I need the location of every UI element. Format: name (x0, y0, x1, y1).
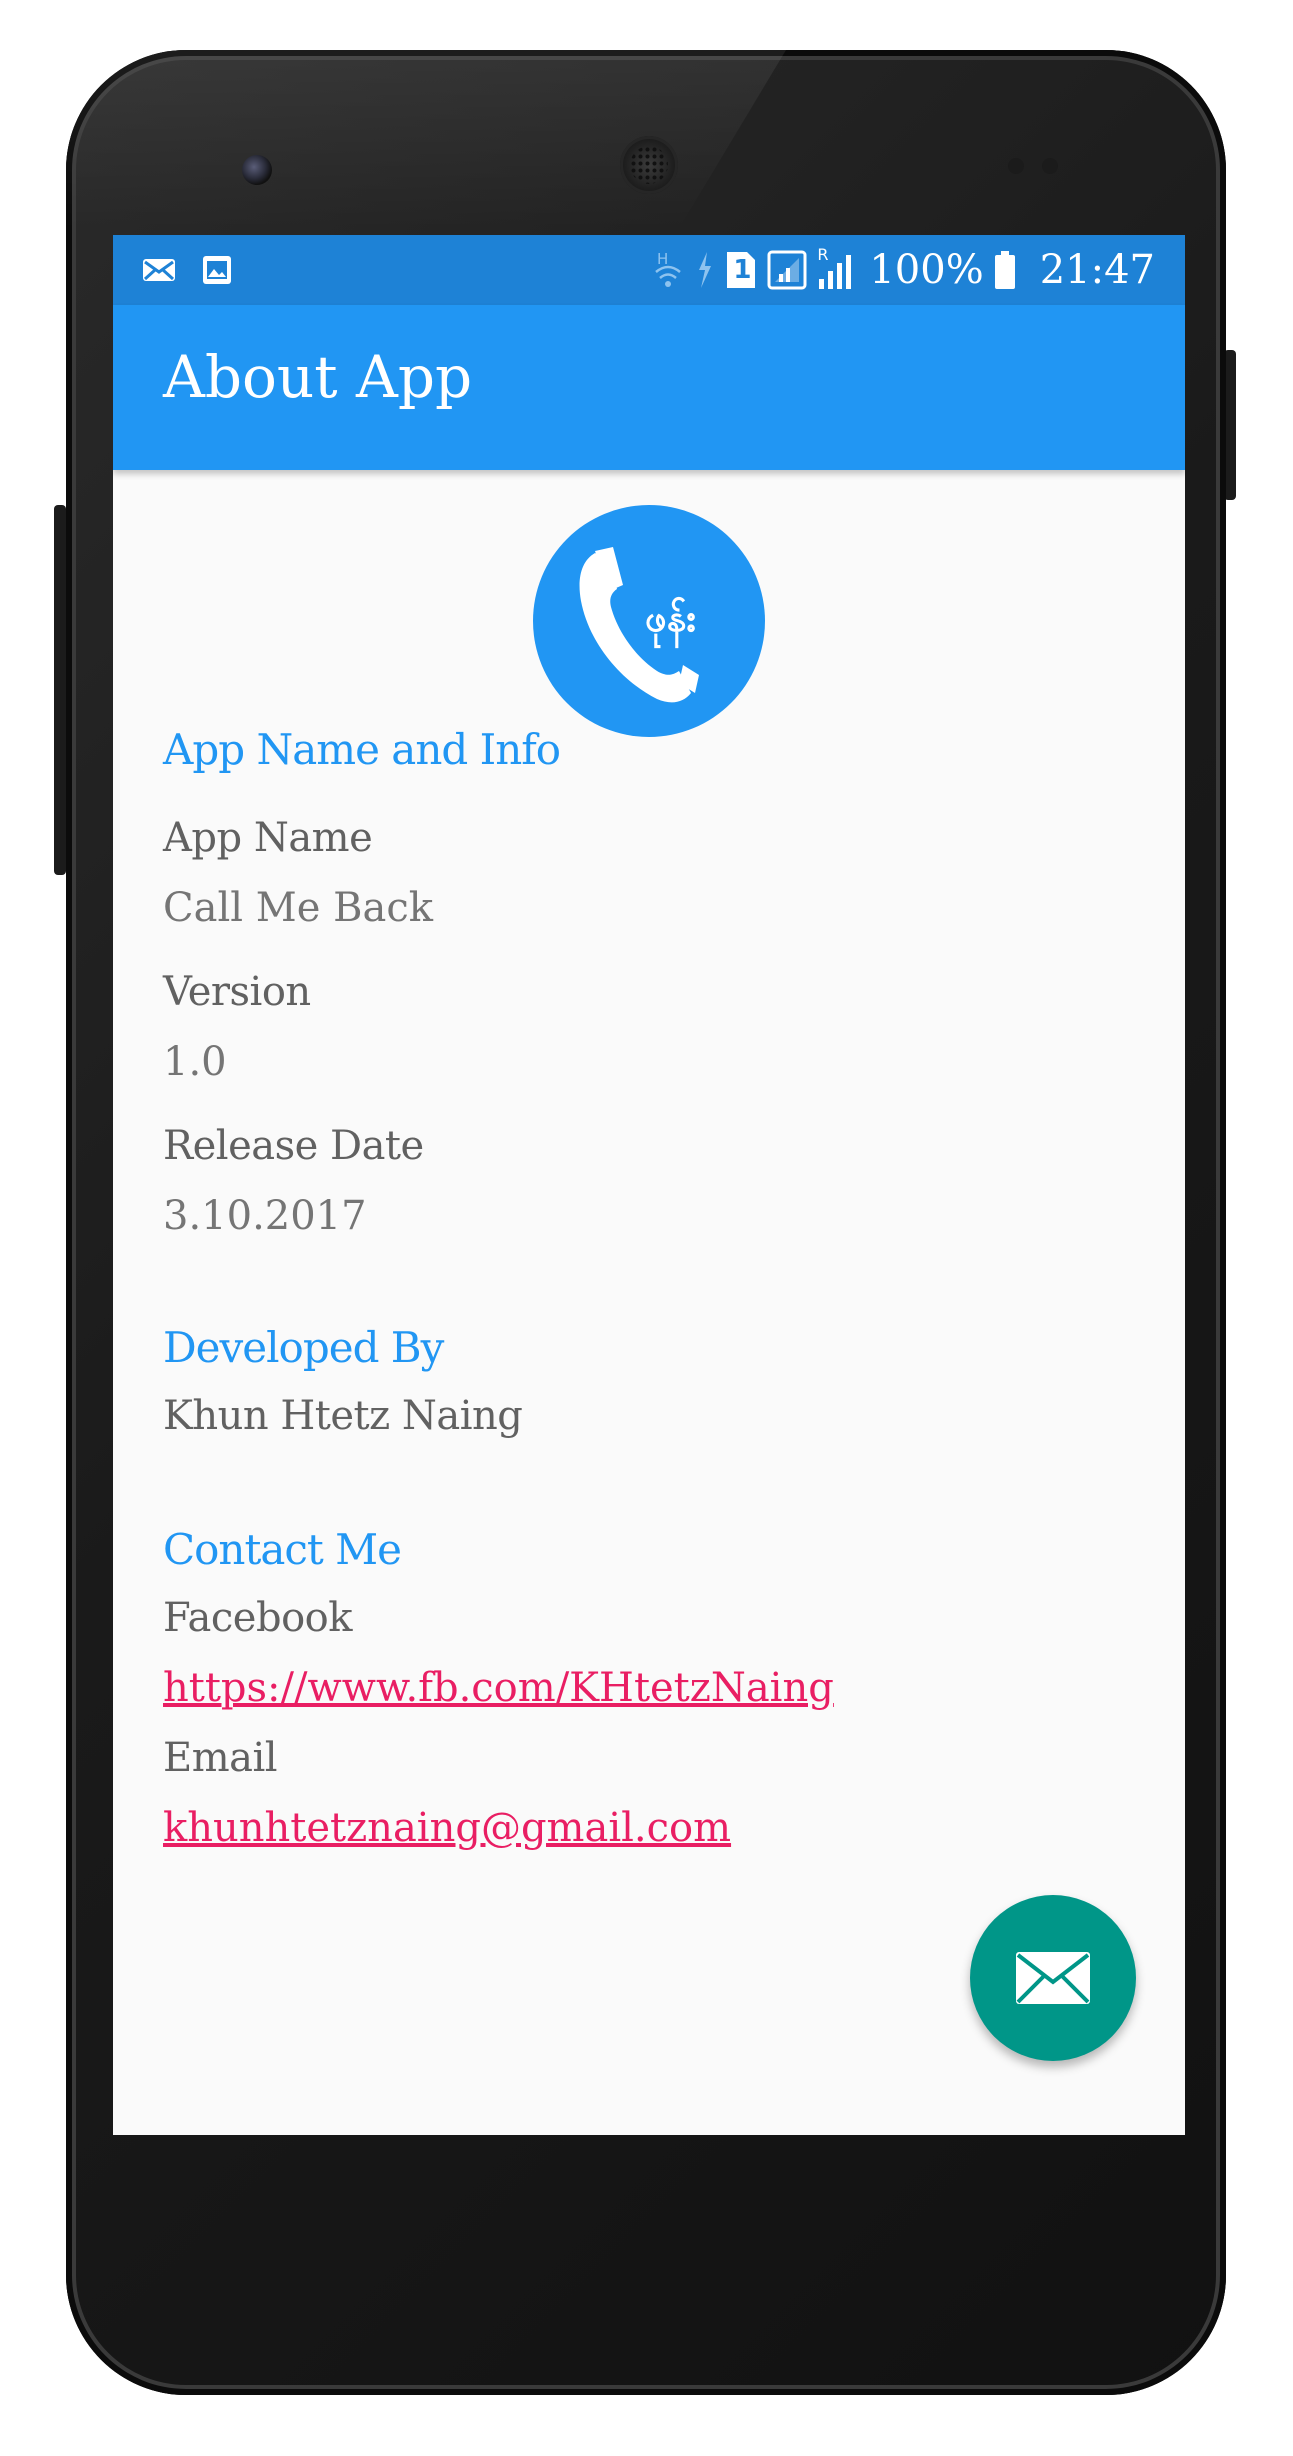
version-value: 1.0 (163, 1039, 227, 1085)
release-date-value: 3.10.2017 (163, 1193, 367, 1239)
email-link[interactable]: khunhtetznaing@gmail.com (163, 1805, 731, 1851)
send-email-fab[interactable] (970, 1895, 1136, 2061)
mail-icon (143, 259, 175, 281)
app-name-value: Call Me Back (163, 885, 433, 931)
image-icon (203, 256, 231, 284)
app-bar: About App (113, 305, 1185, 470)
logo-text: ဖုန်း (645, 596, 696, 649)
signal-roaming-icon: R (817, 245, 859, 291)
release-date-label: Release Date (163, 1123, 424, 1169)
clock: 21:47 (1039, 247, 1155, 293)
facebook-link[interactable]: https://www.fb.com/KHtetzNaing (163, 1665, 834, 1711)
proximity-sensor (1008, 158, 1024, 174)
app-bar-title: About App (163, 343, 473, 411)
svg-text:H: H (657, 250, 668, 268)
light-sensor (1042, 158, 1058, 174)
facebook-label: Facebook (163, 1595, 352, 1641)
phone-sheen (66, 50, 786, 230)
sim-slot-number: 1 (733, 255, 752, 285)
app-name-label: App Name (163, 815, 373, 861)
screen: H 1 R 100% 21:47 About App ဖုန်း App Nam… (113, 235, 1185, 2135)
section-title-developer: Developed By (163, 1323, 444, 1372)
earpiece-speaker (620, 136, 678, 194)
wifi-h-icon: H (655, 250, 682, 287)
device-frame: H 1 R 100% 21:47 About App ဖုန်း App Nam… (0, 0, 1293, 2456)
signal-icon (767, 250, 807, 290)
envelope-icon (1016, 1952, 1090, 2004)
data-transfer-icon (699, 252, 712, 288)
section-title-contact: Contact Me (163, 1525, 402, 1574)
developer-name: Khun Htetz Naing (163, 1393, 523, 1439)
status-bar: H 1 R 100% 21:47 (113, 235, 1185, 305)
sim-icon: 1 (725, 250, 757, 290)
battery-percent: 100% (869, 247, 984, 293)
volume-button (54, 505, 66, 875)
front-camera (242, 155, 272, 185)
app-logo: ဖုန်း (533, 505, 765, 737)
version-label: Version (163, 969, 311, 1015)
phone-call-logo-icon: ဖုန်း (579, 547, 699, 703)
email-label: Email (163, 1735, 278, 1781)
section-title-app-info: App Name and Info (163, 725, 561, 774)
battery-icon (994, 251, 1015, 289)
